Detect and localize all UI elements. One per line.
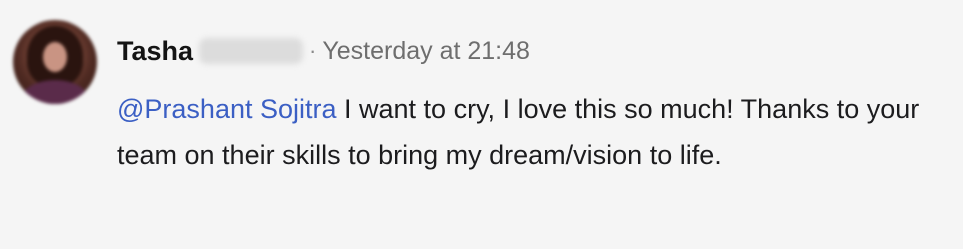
avatar-face (43, 42, 67, 72)
comment-header: Tasha · Yesterday at 21:48 (117, 32, 530, 70)
comment: Tasha · Yesterday at 21:48 @Prashant Soj… (0, 0, 963, 249)
author-name[interactable]: Tasha (117, 36, 193, 67)
comment-body: @Prashant Sojitra I want to cry, I love … (117, 86, 952, 178)
avatar-shirt (21, 80, 89, 104)
redacted-surname (199, 38, 304, 64)
author-avatar[interactable] (13, 20, 97, 104)
header-separator: · (309, 38, 317, 63)
user-mention-link[interactable]: @Prashant Sojitra (117, 94, 337, 124)
comment-timestamp[interactable]: Yesterday at 21:48 (322, 37, 530, 66)
